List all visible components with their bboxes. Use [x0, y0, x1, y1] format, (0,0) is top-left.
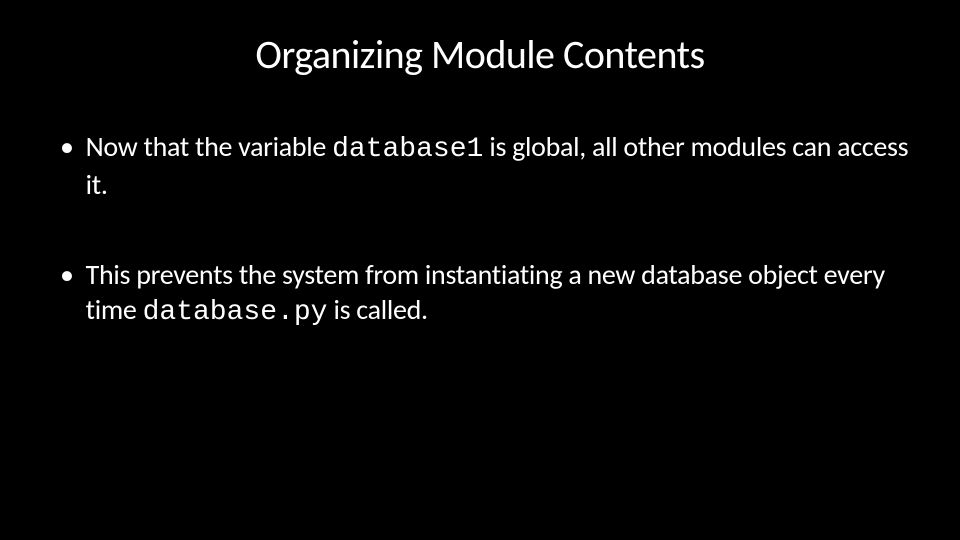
bullet-text: This prevents the system from instantiat…: [86, 257, 920, 330]
bullet-code: database1: [332, 134, 483, 165]
slide: Organizing Module Contents • Now that th…: [0, 0, 960, 540]
slide-title: Organizing Module Contents: [40, 30, 920, 79]
bullet-item: • Now that the variable database1 is glo…: [60, 129, 920, 202]
bullet-marker-icon: •: [60, 257, 74, 292]
bullet-item: • This prevents the system from instanti…: [60, 257, 920, 330]
bullet-text-pre: Now that the variable: [86, 129, 332, 164]
slide-content: • Now that the variable database1 is glo…: [40, 129, 920, 330]
bullet-text: Now that the variable database1 is globa…: [86, 129, 920, 202]
bullet-marker-icon: •: [60, 129, 74, 164]
bullet-code: database.py: [143, 297, 328, 328]
bullet-text-post: is called.: [327, 292, 427, 327]
